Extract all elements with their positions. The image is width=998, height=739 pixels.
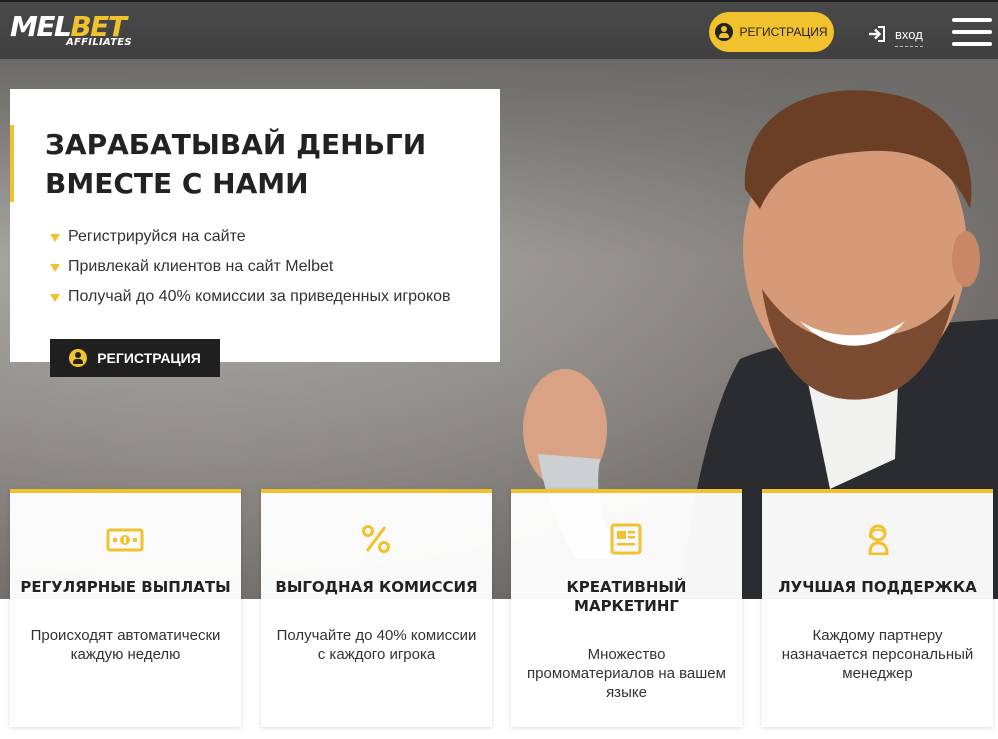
feature-description: Получайте до 40% комиссии с каждого игро…: [276, 627, 477, 663]
feature-description: Каждому партнеру назначается персональны…: [781, 627, 974, 682]
feature-title: КРЕАТИВНЫЙ МАРКЕТИНГ: [566, 578, 687, 615]
header-register-button[interactable]: РЕГИСТРАЦИЯ: [709, 12, 834, 52]
login-label: вход: [895, 21, 923, 47]
list-item: Привлекай клиентов на сайт Melbet: [50, 255, 451, 285]
newspaper-icon: [610, 523, 642, 555]
list-item: Получай до 40% комиссии за приведенных и…: [50, 285, 451, 315]
hero-card: ЗАРАБАТЫВАЙ ДЕНЬГИ ВМЕСТЕ С НАМИ Регистр…: [10, 89, 500, 362]
header-register-label: РЕГИСТРАЦИЯ: [739, 25, 828, 39]
hamburger-menu-icon[interactable]: [952, 18, 992, 48]
feature-description: Множество промоматериалов на вашем языке: [527, 646, 726, 701]
support-operator-icon: [868, 524, 889, 555]
sign-in-icon: [869, 26, 885, 42]
banknote-icon: [106, 528, 144, 552]
percent-icon: [362, 525, 390, 553]
title-accent-bar: [10, 125, 14, 202]
user-icon: [715, 23, 734, 41]
hero-register-button[interactable]: РЕГИСТРАЦИЯ: [50, 339, 220, 377]
user-icon: [69, 349, 88, 367]
feature-title: ЛУЧШАЯ ПОДДЕРЖКА: [778, 578, 977, 596]
feature-card-support: ЛУЧШАЯ ПОДДЕРЖКА Каждому партнеру назнач…: [762, 489, 993, 727]
feature-description: Происходят автоматически каждую неделю: [30, 627, 221, 663]
hero-register-label: РЕГИСТРАЦИЯ: [97, 350, 201, 366]
login-link[interactable]: вход: [867, 21, 923, 47]
feature-title: РЕГУЛЯРНЫЕ ВЫПЛАТЫ: [20, 578, 231, 596]
melbet-affiliates-logo[interactable]: MELBET AFFILIATES: [10, 10, 145, 54]
logo-subtitle: AFFILIATES: [66, 37, 132, 48]
hero-title: ЗАРАБАТЫВАЙ ДЕНЬГИ ВМЕСТЕ С НАМИ: [45, 128, 427, 200]
feature-card-commission: ВЫГОДНАЯ КОМИССИЯ Получайте до 40% комис…: [261, 489, 492, 727]
hero-steps-list: Регистрируйся на сайте Привлекай клиенто…: [50, 225, 451, 315]
list-item: Регистрируйся на сайте: [50, 225, 451, 255]
top-header: MELBET AFFILIATES РЕГИСТРАЦИЯ вход: [0, 0, 998, 59]
feature-card-marketing: КРЕАТИВНЫЙ МАРКЕТИНГ Множество промомате…: [511, 489, 742, 727]
feature-title: ВЫГОДНАЯ КОМИССИЯ: [275, 578, 478, 596]
feature-card-payouts: РЕГУЛЯРНЫЕ ВЫПЛАТЫ Происходят автоматиче…: [10, 489, 241, 727]
